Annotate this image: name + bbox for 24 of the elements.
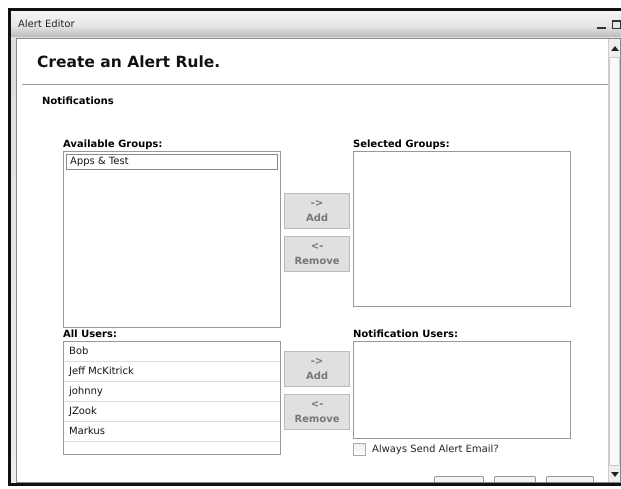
list-label: Selected Groups:: [353, 139, 451, 151]
list-item[interactable]: johnny: [64, 382, 280, 402]
list-item[interactable]: JZook: [64, 402, 280, 422]
scroll-down-icon[interactable]: [610, 472, 618, 478]
list-box[interactable]: Apps & Test: [63, 151, 281, 328]
list-label: All Users:: [63, 329, 118, 341]
list-label: Available Groups:: [63, 139, 164, 151]
checkbox[interactable]: [353, 443, 366, 456]
list-item[interactable]: Apps & Test: [66, 154, 278, 170]
list-label: Notification Users:: [353, 329, 459, 341]
list-item[interactable]: Markus: [64, 422, 280, 442]
window-title: Alert Editor: [18, 18, 75, 30]
list-box[interactable]: [353, 151, 571, 307]
list-item[interactable]: Jeff McKitrick: [64, 362, 280, 382]
scroll-thumb[interactable]: [609, 57, 620, 466]
checkbox-label[interactable]: Always Send Alert Email?: [372, 444, 499, 455]
section-title: Notifications: [42, 96, 115, 107]
maximize-icon[interactable]: [612, 20, 621, 28]
page-heading: Create an Alert Rule.: [37, 53, 222, 71]
list-box[interactable]: Bob Jeff McKitrick johnny JZook Markus: [63, 341, 281, 455]
list-item[interactable]: Bob: [64, 342, 280, 362]
list-box[interactable]: [353, 341, 571, 439]
scrollbar[interactable]: [608, 39, 620, 482]
scroll-up-icon[interactable]: [610, 45, 618, 51]
